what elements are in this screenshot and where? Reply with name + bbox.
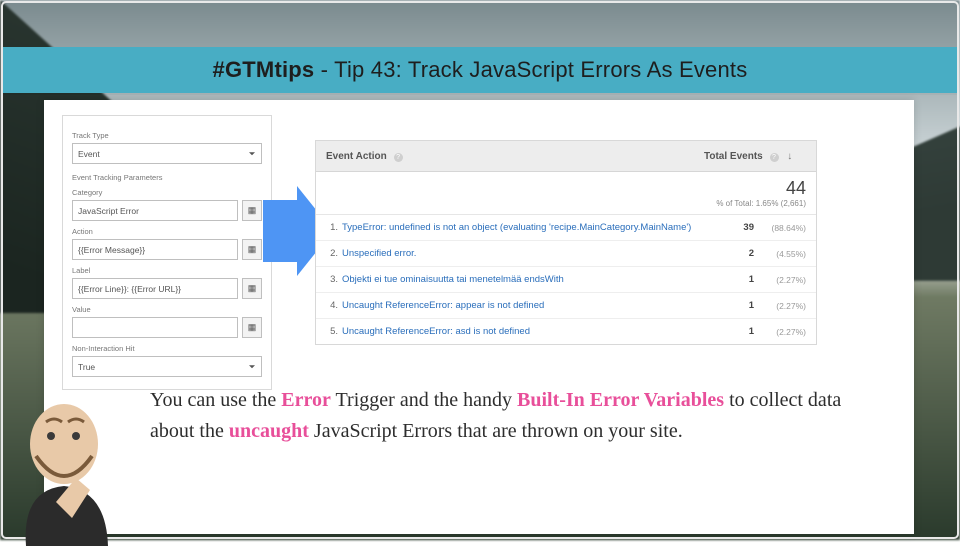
category-input[interactable]: JavaScript Error [72,200,238,221]
emphasis: Error [281,389,331,411]
event-action-link[interactable]: Objekti ei tue ominaisuutta tai menetelm… [342,274,564,285]
table-row: 3. Objekti ei tue ominaisuutta tai menet… [316,267,816,293]
value-input[interactable] [72,317,238,338]
variable-picker-icon[interactable]: ▦ [242,239,262,260]
event-action-link[interactable]: Uncaught ReferenceError: appear is not d… [342,300,544,311]
summary-total: 44 [694,178,806,199]
label-label: Label [72,266,262,275]
event-action-link[interactable]: Uncaught ReferenceError: asd is not defi… [342,326,530,337]
title-hashtag: #GTMtips [213,57,315,82]
event-action-link[interactable]: TypeError: undefined is not an object (e… [342,222,691,233]
table-row: 1. TypeError: undefined is not an object… [316,215,816,241]
summary-pct: % of Total: 1.65% (2,661) [694,199,806,208]
arrow-icon [263,200,297,262]
track-type-label: Track Type [72,131,262,140]
help-icon[interactable]: ? [770,153,779,162]
title-text: #GTMtips - Tip 43: Track JavaScript Erro… [213,57,748,83]
emphasis: Built-In Error Variables [517,389,724,411]
variable-picker-icon[interactable]: ▦ [242,317,262,338]
title-band: #GTMtips - Tip 43: Track JavaScript Erro… [3,47,957,93]
table-row: 5. Uncaught ReferenceError: asd is not d… [316,319,816,344]
track-type-select[interactable]: Event [72,143,262,164]
ga-table-header: Event Action ? Total Events ? ↓ [316,141,816,172]
col-total-events[interactable]: Total Events [704,151,763,162]
gtm-tag-config-card: Track Type Event Event Tracking Paramete… [62,115,272,390]
noninteraction-select[interactable]: True [72,356,262,377]
ga-summary-row: 44 % of Total: 1.65% (2,661) [316,172,816,215]
emphasis: uncaught [229,420,309,442]
action-input[interactable]: {{Error Message}} [72,239,238,260]
variable-picker-icon[interactable]: ▦ [242,278,262,299]
value-label: Value [72,305,262,314]
event-params-heading: Event Tracking Parameters [72,173,262,182]
col-event-action[interactable]: Event Action [326,151,387,162]
category-label: Category [72,188,262,197]
sort-desc-icon[interactable]: ↓ [787,151,792,162]
noninteraction-label: Non-Interaction Hit [72,344,262,353]
table-row: 4. Uncaught ReferenceError: appear is no… [316,293,816,319]
variable-picker-icon[interactable]: ▦ [242,200,262,221]
table-row: 2. Unspecified error. 2 (4.55%) [316,241,816,267]
help-icon[interactable]: ? [394,153,403,162]
ga-report-table: Event Action ? Total Events ? ↓ 44 % of … [315,140,817,345]
action-label: Action [72,227,262,236]
event-action-link[interactable]: Unspecified error. [342,248,416,259]
label-input[interactable]: {{Error Line}}: {{Error URL}} [72,278,238,299]
tip-body: You can use the Error Trigger and the ha… [150,385,850,447]
